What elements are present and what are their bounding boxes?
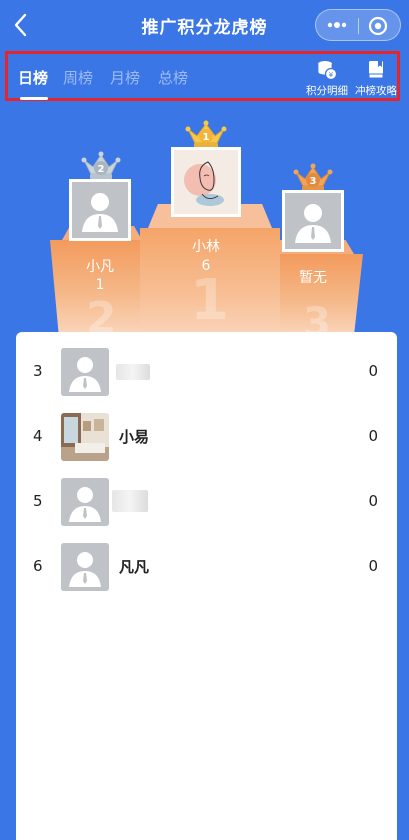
list-name: 凡凡: [119, 558, 150, 576]
list-score: 0: [368, 492, 378, 510]
room-photo-avatar: [61, 413, 109, 461]
blurred-username: [112, 490, 148, 512]
list-rank: 5: [33, 492, 43, 510]
third-place-avatar[interactable]: [282, 190, 344, 252]
user-avatar: [61, 543, 109, 591]
first-place-score: 6: [201, 258, 211, 274]
user-avatar: [61, 348, 109, 396]
bronze-crown-rank: 3: [310, 176, 317, 187]
default-user-icon: [61, 543, 109, 591]
default-user-icon: [61, 348, 109, 396]
third-place-name: 暂无: [299, 270, 327, 286]
second-place-avatar[interactable]: [69, 179, 131, 241]
first-place-avatar[interactable]: [171, 147, 241, 217]
default-user-icon: [61, 478, 109, 526]
default-user-icon: [82, 193, 118, 232]
list-item[interactable]: 6 凡凡 0: [16, 537, 397, 597]
gold-crown-rank: 1: [203, 132, 210, 143]
list-rank: 4: [33, 427, 43, 445]
user-avatar: [61, 413, 109, 461]
list-item[interactable]: 3 0: [16, 342, 397, 402]
podium-first-number: 1: [190, 268, 229, 333]
second-place-score: 1: [95, 277, 105, 293]
silver-crown-rank: 2: [98, 164, 105, 175]
list-score: 0: [368, 557, 378, 575]
first-place-name: 小林: [192, 239, 220, 255]
default-user-icon: [295, 204, 331, 243]
user-avatar: [61, 478, 109, 526]
ranking-list: 3 0 4 小易 0 5 0 6 凡凡 0: [16, 332, 397, 840]
blurred-username: [116, 364, 150, 380]
list-rank: 6: [33, 557, 43, 575]
first-place-avatar-image: [174, 150, 238, 214]
list-item[interactable]: 5 0: [16, 472, 397, 532]
second-place-name: 小凡: [86, 259, 114, 275]
list-score: 0: [368, 427, 378, 445]
list-name: 小易: [119, 428, 150, 446]
list-rank: 3: [33, 362, 43, 380]
podium: 2 3 1 2 小凡 1 1 小林 6 3 暂无: [0, 0, 409, 346]
list-score: 0: [368, 362, 378, 380]
list-item[interactable]: 4 小易 0: [16, 407, 397, 467]
